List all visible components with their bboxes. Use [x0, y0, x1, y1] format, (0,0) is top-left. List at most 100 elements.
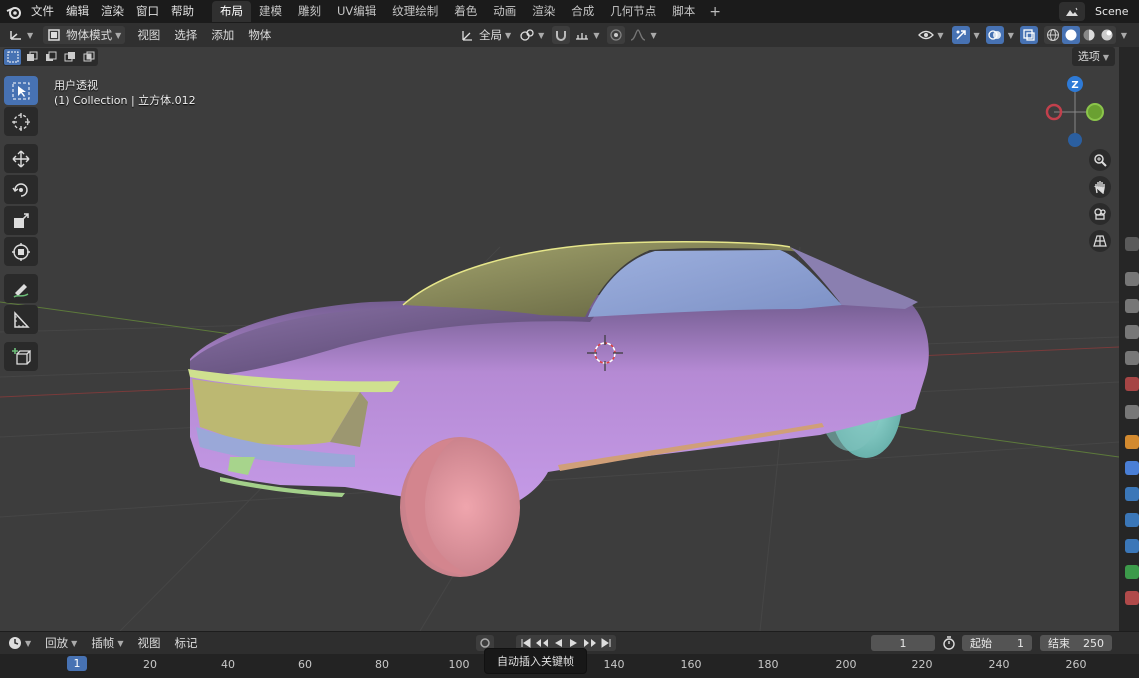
camera-view-button[interactable] [1089, 203, 1111, 225]
current-frame-field[interactable]: 1 [871, 635, 935, 651]
world-properties-tab[interactable] [1125, 377, 1139, 391]
select-invert-button[interactable] [61, 49, 78, 65]
hand-icon [1093, 181, 1105, 194]
tab-modeling[interactable]: 建模 [251, 1, 290, 22]
tab-compositing[interactable]: 合成 [563, 1, 602, 22]
navigation-gizmo[interactable]: Z [1045, 76, 1104, 147]
rotate-tool[interactable] [4, 175, 38, 204]
scale-tool[interactable] [4, 206, 38, 235]
keying-menu[interactable]: 插帧 ▼ [87, 634, 127, 652]
start-frame-field[interactable]: 起始 1 [962, 635, 1032, 651]
output-properties-tab[interactable] [1125, 299, 1139, 313]
perspective-toggle-button[interactable] [1089, 230, 1111, 252]
pan-button[interactable] [1089, 176, 1111, 198]
scene-name[interactable]: Scene [1089, 2, 1139, 21]
menu-file[interactable]: 文件 [25, 0, 60, 23]
timeline-view-menu[interactable]: 视图 [133, 634, 164, 652]
solid-shading-button[interactable] [1061, 26, 1080, 44]
ruler-tick-label: 260 [1065, 658, 1087, 671]
menu-object[interactable]: 物体 [244, 26, 275, 44]
view-layer-properties-tab[interactable] [1125, 325, 1139, 339]
visibility-dropdown[interactable]: ▼ [914, 26, 947, 44]
tab-geometry-nodes[interactable]: 几何节点 [602, 1, 664, 22]
falloff-dropdown[interactable]: ▼ [625, 26, 660, 44]
transform-orientation-dropdown[interactable]: 全局 ▼ [456, 26, 515, 44]
playback-menu[interactable]: 回放 ▼ [41, 634, 81, 652]
tab-animation[interactable]: 动画 [485, 1, 524, 22]
add-workspace-button[interactable]: + [703, 4, 727, 20]
mode-dropdown[interactable]: 物体模式 ▼ [43, 26, 126, 44]
physics-properties-tab[interactable] [1125, 513, 1139, 527]
scene-icon[interactable] [1059, 2, 1085, 21]
menu-window[interactable]: 窗口 [130, 0, 165, 23]
tab-rendering[interactable]: 渲染 [524, 1, 563, 22]
editor-type-button[interactable]: ▼ [4, 26, 37, 44]
blender-logo-icon[interactable] [3, 0, 25, 23]
menu-select[interactable]: 选择 [170, 26, 201, 44]
tab-layout[interactable]: 布局 [212, 1, 251, 22]
select-subtract-button[interactable] [42, 49, 59, 65]
particle-properties-tab[interactable] [1125, 487, 1139, 501]
tab-texture-paint[interactable]: 纹理绘制 [384, 1, 446, 22]
proportional-edit-toggle[interactable] [607, 26, 626, 44]
keying-label: 插帧 [91, 636, 115, 650]
options-dropdown[interactable]: 选项 ▼ [1071, 47, 1115, 66]
snap-toggle[interactable] [552, 26, 571, 44]
scene-properties-tab[interactable] [1125, 351, 1139, 365]
data-properties-tab[interactable] [1125, 565, 1139, 579]
gizmo-neg-z-axis[interactable] [1068, 133, 1082, 147]
overlays-toggle[interactable] [985, 26, 1004, 44]
wireframe-sphere-icon [1046, 29, 1059, 41]
transform-tool[interactable] [4, 237, 38, 266]
snap-target-dropdown[interactable]: ▼ [570, 26, 603, 44]
playhead-frame-indicator[interactable]: 1 [67, 656, 87, 671]
marker-menu[interactable]: 标记 [170, 634, 201, 652]
3d-viewport[interactable]: Z 用户透视 (1) Collection | 立方体.012 [0, 47, 1119, 631]
select-extend-button[interactable] [23, 49, 40, 65]
annotate-tool[interactable] [4, 274, 38, 303]
mode-label: 物体模式 [66, 28, 113, 42]
jump-to-end-button[interactable] [598, 635, 614, 651]
menu-edit[interactable]: 编辑 [60, 0, 95, 23]
end-frame-field[interactable]: 结束 250 [1040, 635, 1112, 651]
material-properties-tab[interactable] [1125, 591, 1139, 605]
overlays-dropdown-caret[interactable]: ▼ [1008, 31, 1014, 40]
wireframe-shading-button[interactable] [1044, 26, 1062, 44]
menu-render[interactable]: 渲染 [95, 0, 130, 23]
material-preview-button[interactable] [1080, 26, 1098, 44]
measure-tool[interactable] [4, 305, 38, 334]
select-box-tool[interactable] [4, 76, 38, 105]
menu-help[interactable]: 帮助 [165, 0, 200, 23]
gizmo-y-axis[interactable] [1086, 103, 1104, 121]
add-cube-tool[interactable] [4, 342, 38, 371]
xray-toggle[interactable] [1019, 26, 1038, 44]
select-new-button[interactable] [4, 49, 21, 65]
pivot-dropdown[interactable]: ▼ [515, 26, 548, 44]
object-properties-tab[interactable] [1125, 435, 1139, 449]
tab-uv-editing[interactable]: UV编辑 [329, 1, 384, 22]
menu-add[interactable]: 添加 [207, 26, 238, 44]
render-properties-tab[interactable] [1125, 272, 1139, 286]
preview-range-toggle[interactable] [941, 635, 957, 651]
gizmo-toggle[interactable] [951, 26, 970, 44]
menu-view[interactable]: 视图 [133, 26, 164, 44]
tab-shading[interactable]: 着色 [446, 1, 485, 22]
scale-icon [14, 212, 29, 228]
scene-selector[interactable]: Scene [1059, 2, 1139, 21]
car-model[interactable] [188, 241, 929, 577]
gizmo-dropdown-caret[interactable]: ▼ [974, 31, 980, 40]
crosshair-icon [12, 112, 30, 131]
tab-scripting[interactable]: 脚本 [664, 1, 703, 22]
tool-properties-tab[interactable] [1125, 237, 1139, 251]
shading-dropdown-caret[interactable]: ▼ [1121, 31, 1127, 40]
constraint-properties-tab[interactable] [1125, 539, 1139, 553]
rendered-shading-button[interactable] [1098, 26, 1116, 44]
zoom-button[interactable] [1089, 149, 1111, 171]
cursor-tool[interactable] [4, 107, 38, 136]
modifier-properties-tab[interactable] [1125, 461, 1139, 475]
collection-properties-tab[interactable] [1125, 405, 1139, 419]
tab-sculpting[interactable]: 雕刻 [290, 1, 329, 22]
select-intersect-button[interactable] [80, 49, 97, 65]
timeline-editor-type-button[interactable]: ▼ [4, 634, 35, 652]
move-tool[interactable] [4, 144, 38, 173]
